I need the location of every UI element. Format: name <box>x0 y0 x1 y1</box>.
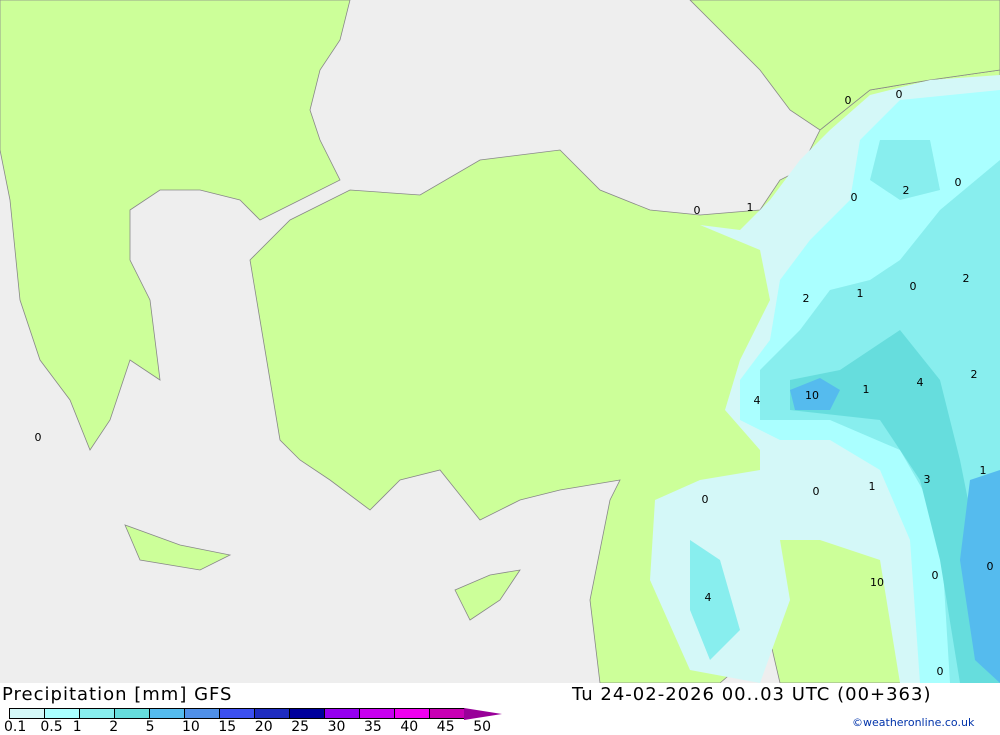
contour-label: 3 <box>924 473 931 486</box>
legend-swatch <box>254 708 290 719</box>
contour-label: 0 <box>987 560 994 573</box>
legend-swatch <box>184 708 220 719</box>
legend-swatch <box>149 708 185 719</box>
contour-label: 0 <box>937 665 944 678</box>
map-title: Precipitation [mm] GFS <box>2 684 233 705</box>
contour-label: 0 <box>955 176 962 189</box>
contour-label: 0 <box>35 431 42 444</box>
contour-label: 0 <box>932 569 939 582</box>
legend-swatch <box>79 708 115 719</box>
legend-swatch <box>394 708 430 719</box>
contour-label: 1 <box>863 383 870 396</box>
contour-label: 0 <box>694 204 701 217</box>
contour-label: 0 <box>851 191 858 204</box>
contour-label: 1 <box>980 464 987 477</box>
legend-swatch <box>324 708 360 719</box>
contour-label: 0 <box>910 280 917 293</box>
valid-time: Tu 24-02-2026 00..03 UTC (00+363) <box>572 684 932 705</box>
legend-swatch <box>44 708 80 719</box>
credit-link[interactable]: ©weatheronline.co.uk <box>852 716 974 729</box>
legend-swatch <box>114 708 150 719</box>
contour-label: 0 <box>702 493 709 506</box>
contour-label: 0 <box>896 88 903 101</box>
legend-swatch <box>9 708 45 719</box>
contour-label: 1 <box>747 201 754 214</box>
contour-label: 2 <box>903 184 910 197</box>
legend-swatch <box>429 708 465 719</box>
contour-label: 1 <box>857 287 864 300</box>
contour-label: 0 <box>813 485 820 498</box>
legend-swatch <box>219 708 255 719</box>
contour-label: 4 <box>705 591 712 604</box>
contour-label: 10 <box>870 576 884 589</box>
contour-label: 4 <box>754 394 761 407</box>
precipitation-map: 0 0200102 1024 10 142000 131401000 <box>0 0 1000 683</box>
legend-swatch <box>289 708 325 719</box>
contour-label: 1 <box>869 480 876 493</box>
contour-label: 4 <box>917 376 924 389</box>
legend-swatch <box>464 707 502 720</box>
legend-swatch <box>359 708 395 719</box>
contour-label: 2 <box>971 368 978 381</box>
contour-label: 10 <box>805 389 819 402</box>
contour-label: 0 <box>845 94 852 107</box>
color-legend <box>9 707 502 720</box>
contour-label: 2 <box>963 272 970 285</box>
contour-label: 2 <box>803 292 810 305</box>
